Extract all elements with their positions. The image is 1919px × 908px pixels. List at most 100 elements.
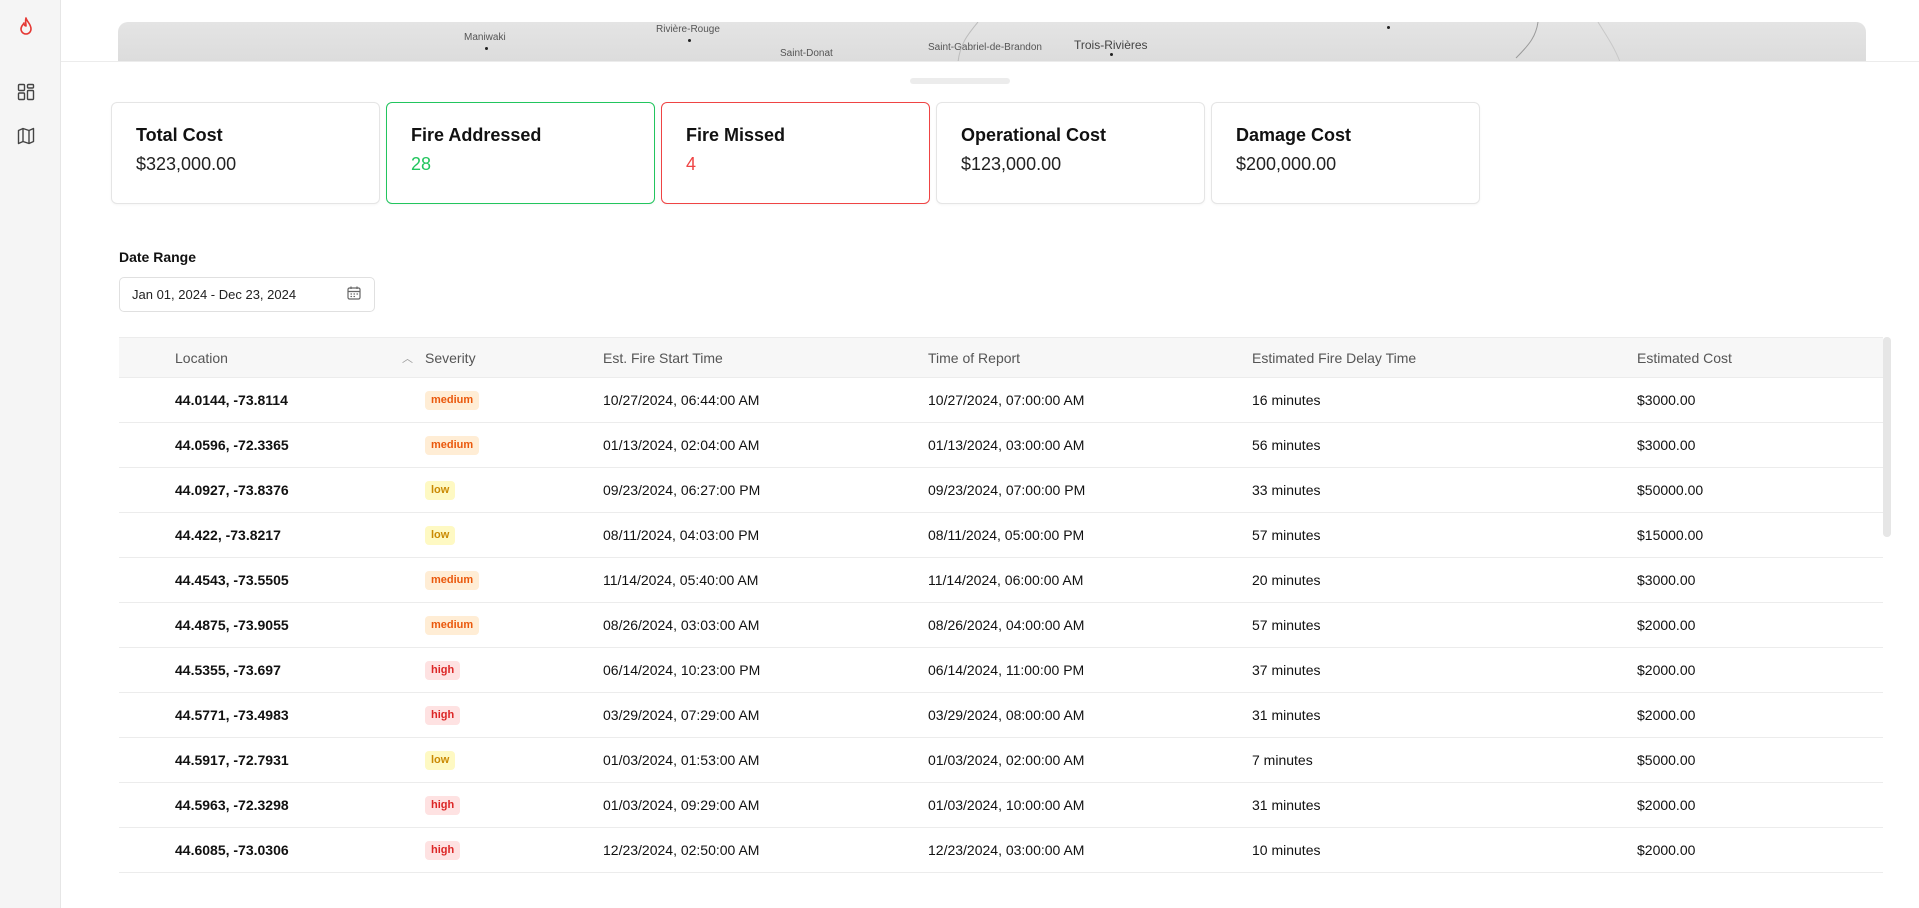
location-cell: 44.422, -73.8217 — [119, 512, 425, 558]
location-cell: 44.5963, -72.3298 — [119, 782, 425, 828]
start-time-cell: 08/11/2024, 04:03:00 PM — [603, 512, 928, 558]
cost-cell: $2000.00 — [1637, 647, 1883, 693]
scrollbar-thumb[interactable] — [1883, 337, 1891, 537]
location-cell: 44.4543, -73.5505 — [119, 557, 425, 603]
delay-cell: 31 minutes — [1252, 782, 1637, 828]
map-river-lines — [957, 22, 1621, 62]
delay-cell: 57 minutes — [1252, 602, 1637, 648]
delay-cell: 20 minutes — [1252, 557, 1637, 603]
report-time-cell: 06/14/2024, 11:00:00 PM — [928, 647, 1252, 693]
date-range-picker[interactable]: Jan 01, 2024 - Dec 23, 2024 — [119, 277, 375, 312]
map-view[interactable]: Maniwaki Rivière-Rouge Saint-Donat Saint… — [118, 22, 1866, 62]
report-time-cell: 03/29/2024, 08:00:00 AM — [928, 692, 1252, 738]
table-body: 44.0144, -73.8114 medium 10/27/2024, 06:44… — [119, 377, 1883, 873]
stat-cards: Total Cost $323,000.00 Fire Addressed 28… — [111, 102, 1480, 204]
table-row[interactable]: 44.422, -73.8217 low 08/11/2024, 04:03:00 … — [119, 512, 1883, 558]
cost-cell: $2000.00 — [1637, 827, 1883, 873]
table-row[interactable]: 44.0927, -73.8376 low 09/23/2024, 06:27:00… — [119, 467, 1883, 513]
table-row[interactable]: 44.0144, -73.8114 medium 10/27/2024, 06:44… — [119, 377, 1883, 423]
table-row[interactable]: 44.5355, -73.697 high 06/14/2024, 10:23:00… — [119, 647, 1883, 693]
column-header-cost[interactable]: Estimated Cost — [1637, 337, 1883, 378]
report-time-cell: 01/03/2024, 02:00:00 AM — [928, 737, 1252, 783]
severity-badge: medium — [425, 571, 480, 590]
severity-cell: medium — [425, 377, 603, 423]
start-time-cell: 12/23/2024, 02:50:00 AM — [603, 827, 928, 873]
column-header-location[interactable]: Location ︿ — [119, 337, 425, 378]
card-title: Fire Addressed — [411, 125, 542, 145]
delay-cell: 57 minutes — [1252, 512, 1637, 558]
delay-cell: 10 minutes — [1252, 827, 1637, 873]
report-time-cell: 08/26/2024, 04:00:00 AM — [928, 602, 1252, 648]
resize-handle[interactable] — [910, 78, 1010, 84]
cost-cell: $5000.00 — [1637, 737, 1883, 783]
cost-cell: $2000.00 — [1637, 782, 1883, 828]
date-range-label: Date Range — [119, 249, 197, 265]
report-time-cell: 01/13/2024, 03:00:00 AM — [928, 422, 1252, 468]
cost-cell: $3000.00 — [1637, 377, 1883, 423]
operational-cost-card: Operational Cost $123,000.00 — [936, 102, 1205, 204]
severity-cell: low — [425, 467, 603, 513]
column-header-severity[interactable]: Severity — [425, 337, 603, 378]
card-value: $123,000.00 — [961, 154, 1062, 174]
severity-badge: medium — [425, 616, 480, 635]
flame-icon[interactable] — [15, 16, 37, 38]
column-header-start-time[interactable]: Est. Fire Start Time — [603, 337, 928, 378]
start-time-cell: 01/03/2024, 09:29:00 AM — [603, 782, 928, 828]
severity-cell: high — [425, 692, 603, 738]
delay-cell: 7 minutes — [1252, 737, 1637, 783]
table-row[interactable]: 44.5771, -73.4983 high 03/29/2024, 07:29:0… — [119, 692, 1883, 738]
column-header-label: Location — [175, 349, 228, 366]
total-cost-card: Total Cost $323,000.00 — [111, 102, 380, 204]
cost-cell: $3000.00 — [1637, 422, 1883, 468]
location-cell: 44.0144, -73.8114 — [119, 377, 425, 423]
table-row[interactable]: 44.0596, -72.3365 medium 01/13/2024, 02:04… — [119, 422, 1883, 468]
cost-cell: $3000.00 — [1637, 557, 1883, 603]
date-range-value: Jan 01, 2024 - Dec 23, 2024 — [132, 287, 297, 302]
cost-cell: $2000.00 — [1637, 692, 1883, 738]
location-cell: 44.0927, -73.8376 — [119, 467, 425, 513]
severity-badge: low — [425, 526, 456, 545]
table-row[interactable]: 44.5963, -72.3298 high 01/03/2024, 09:29:0… — [119, 782, 1883, 828]
report-time-cell: 10/27/2024, 07:00:00 AM — [928, 377, 1252, 423]
report-time-cell: 11/14/2024, 06:00:00 AM — [928, 557, 1252, 603]
column-header-delay[interactable]: Estimated Fire Delay Time — [1252, 337, 1637, 378]
severity-badge: low — [425, 481, 456, 500]
cost-cell: $2000.00 — [1637, 602, 1883, 648]
scrollbar[interactable] — [1883, 337, 1891, 537]
card-title: Damage Cost — [1236, 125, 1352, 145]
report-time-cell: 09/23/2024, 07:00:00 PM — [928, 467, 1252, 513]
table-row[interactable]: 44.6085, -73.0306 high 12/23/2024, 02:50:0… — [119, 827, 1883, 873]
severity-badge: medium — [425, 436, 480, 455]
severity-cell: medium — [425, 422, 603, 468]
severity-badge: high — [425, 661, 461, 680]
report-time-cell: 01/03/2024, 10:00:00 AM — [928, 782, 1252, 828]
table-row[interactable]: 44.5917, -72.7931 low 01/03/2024, 01:53:00… — [119, 737, 1883, 783]
location-cell: 44.4875, -73.9055 — [119, 602, 425, 648]
severity-cell: low — [425, 512, 603, 558]
fire-events-table: Location ︿ Severity Est. Fire Start Time… — [119, 337, 1883, 908]
location-cell: 44.6085, -73.0306 — [119, 827, 425, 873]
table-row[interactable]: 44.4875, -73.9055 medium 08/26/2024, 03:03… — [119, 602, 1883, 648]
location-cell: 44.5355, -73.697 — [119, 647, 425, 693]
delay-cell: 16 minutes — [1252, 377, 1637, 423]
dashboard-icon[interactable] — [15, 81, 37, 103]
report-time-cell: 08/11/2024, 05:00:00 PM — [928, 512, 1252, 558]
map-icon[interactable] — [15, 125, 37, 147]
calendar-icon[interactable] — [346, 285, 362, 304]
severity-badge: high — [425, 841, 461, 860]
delay-cell: 31 minutes — [1252, 692, 1637, 738]
card-title: Fire Missed — [686, 125, 786, 145]
card-value: $200,000.00 — [1236, 154, 1337, 174]
start-time-cell: 03/29/2024, 07:29:00 AM — [603, 692, 928, 738]
start-time-cell: 06/14/2024, 10:23:00 PM — [603, 647, 928, 693]
severity-cell: high — [425, 782, 603, 828]
column-header-report-time[interactable]: Time of Report — [928, 337, 1252, 378]
sort-ascending-icon[interactable]: ︿ — [402, 350, 413, 366]
table-row[interactable]: 44.4543, -73.5505 medium 11/14/2024, 05:40… — [119, 557, 1883, 603]
location-cell: 44.0596, -72.3365 — [119, 422, 425, 468]
damage-cost-card: Damage Cost $200,000.00 — [1211, 102, 1480, 204]
fire-missed-card: Fire Missed 4 — [661, 102, 930, 204]
delay-cell: 37 minutes — [1252, 647, 1637, 693]
start-time-cell: 08/26/2024, 03:03:00 AM — [603, 602, 928, 648]
sidebar — [0, 0, 61, 908]
